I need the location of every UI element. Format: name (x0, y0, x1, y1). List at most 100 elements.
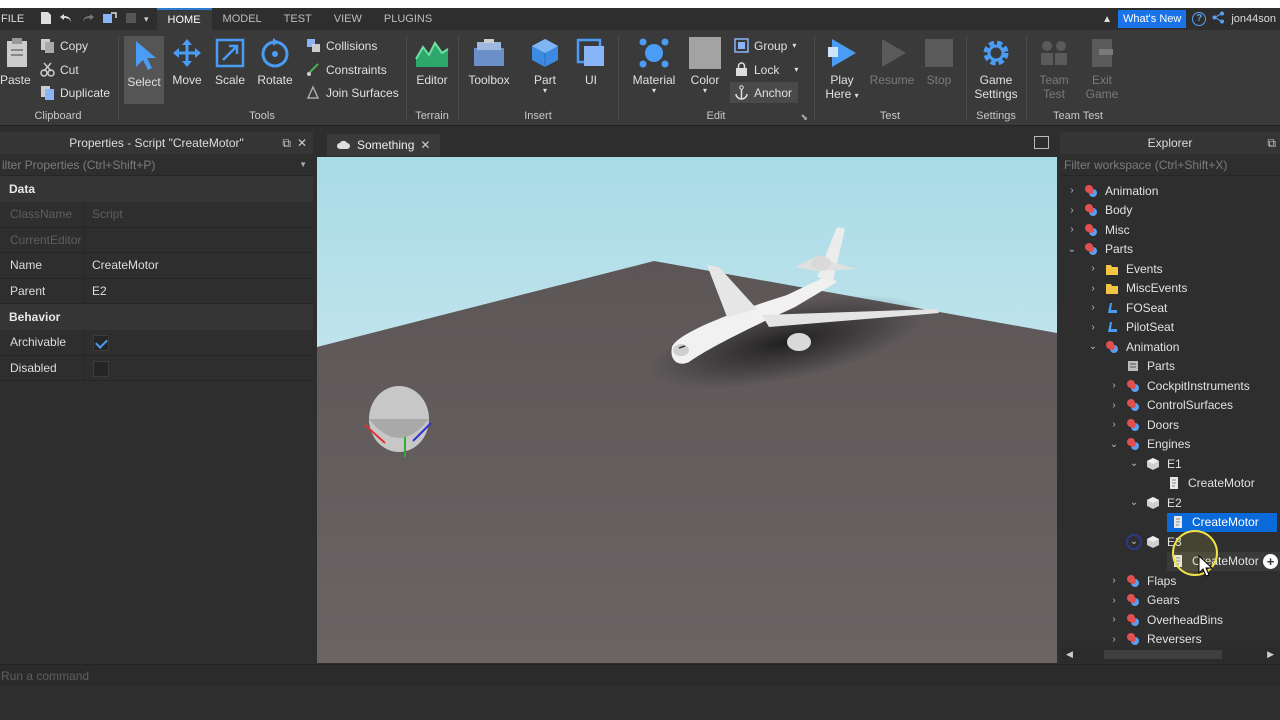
undo-icon[interactable] (58, 11, 74, 28)
play-here-button[interactable]: Play Here ▾ (820, 36, 864, 101)
properties-filter-input[interactable]: ilter Properties (Ctrl+Shift+P) ▼ (0, 154, 313, 176)
chevron-down-icon[interactable]: ⌄ (1087, 341, 1099, 352)
join-surfaces-toggle[interactable]: Join Surfaces (306, 85, 399, 100)
chevron-down-icon[interactable]: ⌄ (1108, 439, 1120, 450)
chevron-down-icon[interactable]: ⌄ (1066, 244, 1078, 255)
chevron-down-icon[interactable]: ⌄ (1128, 458, 1140, 469)
color-button[interactable]: Color ▾ (686, 36, 724, 95)
tab-model[interactable]: MODEL (212, 8, 273, 30)
customize-dropdown-icon[interactable]: ▾ (144, 14, 149, 25)
close-tab-icon[interactable]: ✕ (420, 138, 430, 152)
chevron-right-icon[interactable]: › (1108, 614, 1120, 625)
exit-game-button[interactable]: Exit Game (1080, 36, 1124, 101)
chevron-right-icon[interactable]: › (1087, 322, 1099, 333)
tree-item-events[interactable]: › Events (1087, 259, 1162, 279)
cut-button[interactable]: Cut (40, 62, 79, 77)
group-dropdown-icon[interactable]: ▾ (792, 41, 796, 50)
tree-item-foseat[interactable]: › FOSeat (1087, 298, 1167, 318)
scroll-right-icon[interactable]: ▶ (1267, 649, 1274, 660)
tree-item-misc[interactable]: › Misc (1066, 220, 1129, 240)
chevron-right-icon[interactable]: › (1108, 575, 1120, 586)
chevron-right-icon[interactable]: › (1087, 283, 1099, 294)
redo-icon[interactable] (80, 11, 96, 28)
scrollbar-thumb[interactable] (1104, 650, 1222, 659)
publish-icon[interactable] (102, 11, 118, 28)
toolbox-button[interactable]: Toolbox (466, 36, 512, 87)
color-dropdown-icon[interactable]: ▾ (686, 87, 724, 95)
part-button[interactable]: Part ▾ (526, 36, 564, 95)
resume-button[interactable]: Resume (868, 36, 916, 87)
tree-item-miscevents[interactable]: › MiscEvents (1087, 279, 1187, 299)
tree-item-e1[interactable]: ⌄ E1 (1128, 454, 1182, 474)
select-tool-button[interactable]: Select (124, 36, 164, 104)
help-icon[interactable]: ? (1192, 12, 1207, 26)
tree-item-engines[interactable]: ⌄ Engines (1108, 435, 1191, 455)
tree-item-pilotseat[interactable]: › PilotSeat (1087, 318, 1174, 338)
tree-item-flaps[interactable]: › Flaps (1108, 571, 1176, 591)
rotate-tool-button[interactable]: Rotate (254, 36, 296, 87)
lock-button[interactable]: Lock ▾ (734, 62, 798, 77)
tree-item-gears[interactable]: › Gears (1108, 591, 1179, 611)
chevron-right-icon[interactable]: › (1066, 185, 1078, 196)
tree-item-controlsurfaces[interactable]: › ControlSurfaces (1108, 396, 1233, 416)
tree-item-cockpitinstruments[interactable]: › CockpitInstruments (1108, 376, 1249, 396)
undock-icon[interactable]: ⧉ (282, 132, 291, 154)
close-icon[interactable]: ✕ (297, 132, 307, 154)
tree-item-animation-sub[interactable]: ⌄ Animation (1087, 337, 1180, 357)
stop-button[interactable]: Stop (920, 36, 958, 87)
chevron-down-icon[interactable]: ⌄ (1128, 497, 1140, 508)
new-file-icon[interactable] (40, 11, 52, 28)
chevron-right-icon[interactable]: › (1066, 224, 1078, 235)
stop-icon[interactable] (124, 11, 138, 28)
collapse-ribbon-icon[interactable]: ▲ (1102, 14, 1112, 25)
command-bar-input[interactable]: Run a command (0, 664, 1280, 686)
tree-item-createmotor-e2-selected[interactable]: CreateMotor (1167, 512, 1277, 532)
collisions-toggle[interactable]: Collisions (306, 38, 377, 53)
insert-object-plus-icon[interactable]: + (1263, 553, 1278, 569)
part-dropdown-icon[interactable]: ▾ (526, 87, 564, 95)
name-value-field[interactable]: CreateMotor (85, 253, 159, 278)
chevron-right-icon[interactable]: › (1087, 263, 1099, 274)
share-icon[interactable] (1212, 11, 1225, 27)
username[interactable]: jon44son (1231, 13, 1276, 25)
3d-viewport[interactable] (317, 157, 1057, 663)
explorer-horizontal-scrollbar[interactable]: ◀ ▶ (1060, 647, 1280, 663)
tree-item-overheadbins[interactable]: › OverheadBins (1108, 610, 1223, 630)
whats-new-button[interactable]: What's New (1118, 10, 1187, 28)
group-button[interactable]: Group ▾ (734, 38, 796, 53)
ui-button[interactable]: UI (572, 36, 610, 87)
explorer-filter-input[interactable]: Filter workspace (Ctrl+Shift+X) (1060, 154, 1280, 176)
place-tab[interactable]: Something ✕ (327, 134, 441, 156)
material-button[interactable]: Material ▾ (630, 36, 678, 95)
parent-value-field[interactable]: E2 (85, 279, 107, 304)
tree-item-parts[interactable]: ⌄ Parts (1066, 240, 1133, 260)
tree-item-animation[interactable]: › Animation (1066, 181, 1158, 201)
duplicate-button[interactable]: Duplicate (40, 85, 110, 100)
chevron-right-icon[interactable]: › (1066, 205, 1078, 216)
anchor-button[interactable]: Anchor (730, 82, 799, 103)
chevron-down-icon[interactable]: ⌄ (1126, 533, 1142, 550)
archivable-checkbox[interactable] (93, 335, 109, 351)
tree-item-e2[interactable]: ⌄ E2 (1128, 493, 1182, 513)
disabled-checkbox[interactable] (93, 360, 109, 377)
scroll-left-icon[interactable]: ◀ (1066, 649, 1073, 660)
move-tool-button[interactable]: Move (168, 36, 206, 87)
tree-item-parts-sub[interactable]: Parts (1108, 357, 1175, 377)
fullscreen-icon[interactable] (1034, 136, 1049, 149)
edit-settings-icon[interactable]: ⬊ (800, 112, 808, 123)
section-behavior[interactable]: Behavior (0, 304, 313, 330)
team-test-button[interactable]: Team Test (1032, 36, 1076, 101)
file-menu[interactable]: FILE (0, 13, 38, 25)
material-dropdown-icon[interactable]: ▾ (630, 87, 678, 95)
constraints-toggle[interactable]: Constraints (306, 62, 387, 77)
chevron-right-icon[interactable]: › (1087, 302, 1099, 313)
tab-view[interactable]: VIEW (323, 8, 373, 30)
paste-button[interactable]: Paste (0, 36, 31, 87)
tab-plugins[interactable]: PLUGINS (373, 8, 443, 30)
play-dropdown-icon[interactable]: ▾ (855, 91, 859, 100)
section-data[interactable]: Data (0, 176, 313, 202)
chevron-down-icon[interactable]: ▼ (299, 154, 307, 176)
tab-home[interactable]: HOME (156, 8, 212, 30)
chevron-right-icon[interactable]: › (1108, 400, 1120, 411)
lock-dropdown-icon[interactable]: ▾ (794, 65, 798, 74)
